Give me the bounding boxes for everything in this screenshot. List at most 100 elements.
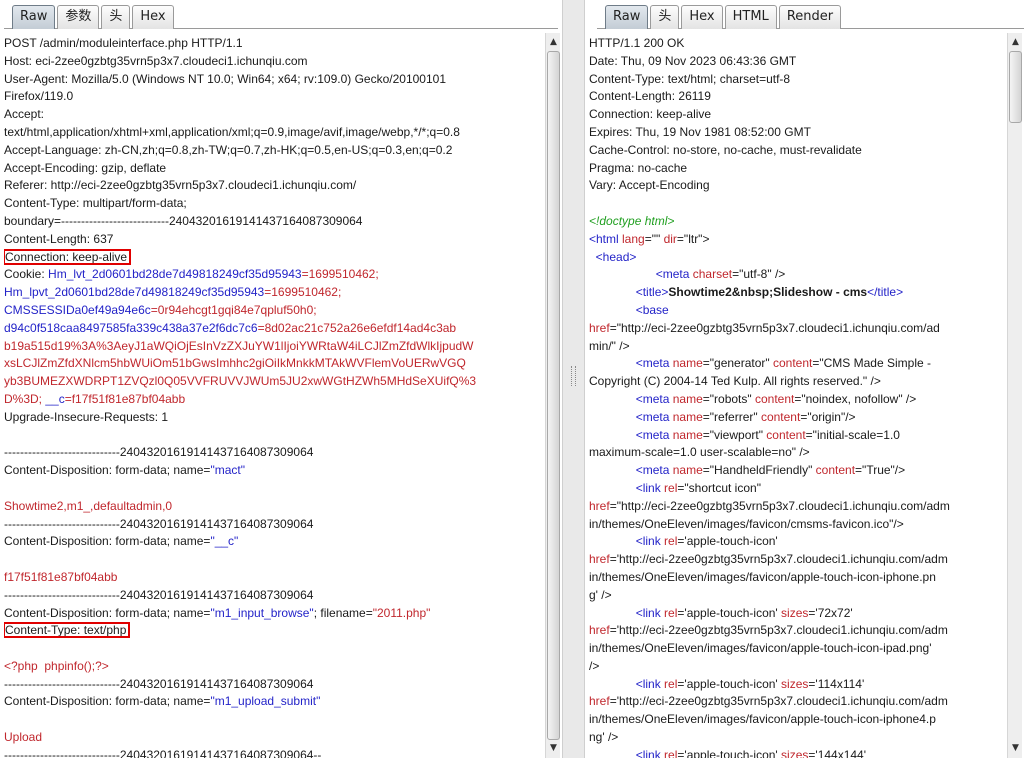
response-scroll-thumb[interactable]: [1009, 51, 1022, 123]
text-segment: __c: [45, 391, 65, 406]
text-segment: ='http://eci-2zee0gzbtg35vrn5p3x7.cloude…: [609, 552, 948, 567]
text-segment: ="initial-scale=1.0: [805, 427, 900, 442]
request-line: -----------------------------24043201619…: [4, 587, 544, 605]
text-segment: [589, 356, 636, 370]
text-segment: [589, 392, 636, 406]
text-segment: <meta: [635, 356, 673, 371]
response-line: <link rel='apple-touch-icon' sizes='114x…: [589, 676, 1006, 694]
response-line: <link rel='apple-touch-icon': [589, 533, 1006, 551]
request-line: Content-Disposition: form-data; name="m1…: [4, 605, 544, 623]
request-line: Showtime2,m1_,defaultadmin,0: [4, 498, 544, 516]
request-scroll-thumb[interactable]: [547, 51, 560, 740]
splitter-grip-icon[interactable]: [571, 366, 576, 386]
request-line: Host: eci-2zee0gzbtg35vrn5p3x7.cloudeci1…: [4, 53, 544, 71]
text-segment: content: [760, 409, 801, 424]
text-segment: <link: [635, 480, 665, 495]
text-segment: <base: [635, 302, 669, 317]
text-segment: <title>: [635, 285, 669, 300]
response-line: href='http://eci-2zee0gzbtg35vrn5p3x7.cl…: [589, 693, 1006, 711]
request-line: Connection: keep-alive: [4, 248, 544, 267]
request-line: CMSSESSIDa0ef49a94e6c=0r94ehcgt1gqi84e7q…: [4, 302, 544, 320]
request-scrollbar[interactable]: ▲ ▼: [545, 33, 560, 758]
highlighted-text: Connection: keep-alive: [4, 248, 132, 265]
text-segment: ='apple-touch-icon': [677, 605, 782, 620]
highlighted-text: Content-Type: text/php: [4, 622, 131, 639]
text-segment: ="shortcut icon": [677, 480, 761, 495]
text-segment: Showtime2,m1_,defaultadmin,0: [4, 498, 173, 513]
response-line: <meta name="generator" content="CMS Made…: [589, 355, 1006, 373]
response-line: in/themes/OneEleven/images/favicon/cmsms…: [589, 516, 1006, 534]
request-line: Content-Disposition: form-data; name="__…: [4, 533, 544, 551]
request-line: d94c0f518caa8497585fa339c438a37e2f6dc7c6…: [4, 320, 544, 338]
text-segment: xsLCJlZmZfdXNlcm5hbWUiOm51bGwsImhhc2giOi…: [4, 356, 466, 371]
scroll-down-icon[interactable]: ▼: [1009, 741, 1022, 755]
text-segment: content: [754, 391, 795, 406]
text-segment: ="utf-8" />: [732, 267, 786, 282]
text-segment: -----------------------------24043201619…: [4, 676, 314, 691]
response-tab-2[interactable]: Hex: [681, 5, 723, 29]
scroll-up-icon[interactable]: ▲: [547, 35, 560, 49]
text-segment: ="http://eci-2zee0gzbtg35vrn5p3x7.cloude…: [609, 320, 940, 335]
text-segment: in/themes/OneEleven/images/favicon/apple…: [589, 641, 932, 656]
text-segment: lang: [622, 231, 645, 246]
request-tab-2[interactable]: 头: [101, 5, 131, 29]
text-segment: Cookie:: [4, 267, 49, 282]
text-segment: <meta: [635, 409, 673, 424]
text-segment: =8d02ac21c752a26e6efdf14ad4c3ab: [257, 320, 457, 335]
text-segment: Content-Disposition: form-data; name=: [4, 534, 211, 549]
text-segment: ="origin"/>: [800, 409, 856, 424]
text-segment: name: [672, 409, 703, 424]
text-segment: ="referrer": [702, 409, 761, 424]
request-line: boundary=---------------------------2404…: [4, 213, 544, 231]
text-segment: <html: [589, 231, 623, 246]
response-line: <link rel='apple-touch-icon' sizes='144x…: [589, 747, 1006, 758]
request-line: D%3D; __c=f17f51f81e87bf04abb: [4, 391, 544, 409]
response-editor[interactable]: HTTP/1.1 200 OK Date: Thu, 09 Nov 2023 06…: [589, 33, 1006, 758]
scroll-down-icon[interactable]: ▼: [547, 741, 560, 755]
text-segment: />: [589, 658, 600, 673]
text-segment: ="generator": [702, 356, 773, 371]
request-tab-3[interactable]: Hex: [132, 5, 174, 29]
request-tab-0[interactable]: Raw: [12, 5, 56, 29]
text-segment: name: [672, 356, 703, 371]
request-line: ​: [4, 427, 544, 445]
text-segment: Hm_lpvt_2d0601bd28de7d49818249cf35d95943: [4, 285, 265, 300]
text-segment: Showtime2&nbsp;Slideshow - cms: [668, 285, 868, 300]
text-segment: Upgrade-Insecure-Requests: 1: [4, 409, 169, 424]
response-scrollbar[interactable]: ▲ ▼: [1007, 33, 1022, 758]
response-line: <meta name="robots" content="noindex, no…: [589, 391, 1006, 409]
text-segment: Content-Disposition: form-data; name=: [4, 605, 211, 620]
response-line: Date: Thu, 09 Nov 2023 06:43:36 GMT: [589, 53, 1006, 71]
response-tab-4[interactable]: Render: [778, 5, 842, 29]
scroll-up-icon[interactable]: ▲: [1009, 35, 1022, 49]
text-segment: =f17f51f81e87bf04abb: [64, 391, 186, 406]
request-line: Accept-Encoding: gzip, deflate: [4, 160, 544, 178]
request-tabs: Raw 参数头 Hex: [12, 5, 176, 29]
text-segment: D%3D;: [4, 391, 46, 406]
request-line: Upload: [4, 729, 544, 747]
text-segment: ='apple-touch-icon': [677, 747, 782, 758]
response-tab-bar: Raw 头 Hex HTML Render: [597, 5, 1024, 29]
request-editor[interactable]: POST /admin/moduleinterface.php HTTP/1.1…: [4, 33, 544, 758]
text-segment: b19a515d19%3A%3AeyJ1aWQiOjEsInVzZXJuYW1l…: [4, 338, 474, 353]
request-line: Hm_lpvt_2d0601bd28de7d49818249cf35d95943…: [4, 284, 544, 302]
text-segment: href: [589, 623, 610, 638]
response-line: href="http://eci-2zee0gzbtg35vrn5p3x7.cl…: [589, 320, 1006, 338]
text-segment: ng' />: [589, 730, 619, 745]
response-line: href='http://eci-2zee0gzbtg35vrn5p3x7.cl…: [589, 622, 1006, 640]
text-segment: in/themes/OneEleven/images/favicon/apple…: [589, 569, 936, 584]
request-line: xsLCJlZmZfdXNlcm5hbWUiOm51bGwsImhhc2giOi…: [4, 355, 544, 373]
pane-splitter[interactable]: [562, 0, 585, 758]
response-tab-3[interactable]: HTML: [724, 5, 777, 29]
response-tab-0[interactable]: Raw: [605, 5, 649, 29]
text-segment: [589, 410, 636, 424]
request-line: <?php phpinfo();?>: [4, 658, 544, 676]
response-tab-1[interactable]: 头: [650, 5, 680, 29]
text-segment: "m1_input_browse": [210, 605, 314, 620]
request-line: User-Agent: Mozilla/5.0 (Windows NT 10.0…: [4, 71, 544, 89]
request-line: Upgrade-Insecure-Requests: 1: [4, 409, 544, 427]
text-segment: name: [672, 427, 703, 442]
request-line: f17f51f81e87bf04abb: [4, 569, 544, 587]
response-line: href='http://eci-2zee0gzbtg35vrn5p3x7.cl…: [589, 551, 1006, 569]
request-tab-1[interactable]: 参数: [57, 5, 100, 29]
